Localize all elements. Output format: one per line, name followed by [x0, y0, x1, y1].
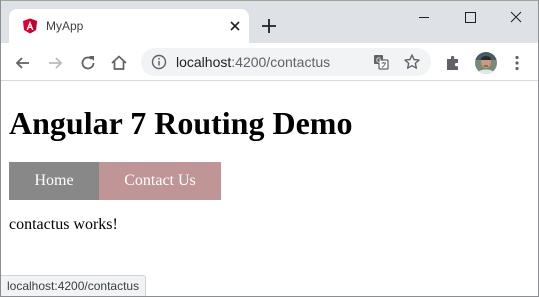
home-icon[interactable] — [109, 53, 129, 73]
maximize-icon[interactable] — [447, 1, 493, 33]
browser-window: MyApp localhost:4200/contactus G Angular… — [0, 0, 539, 297]
tab-myapp[interactable]: MyApp — [9, 9, 249, 43]
url-text[interactable]: localhost:4200/contactus — [176, 54, 330, 70]
translate-icon[interactable]: G — [373, 54, 389, 70]
angular-logo-icon — [23, 18, 37, 34]
nav-bar: Home Contact Us — [9, 162, 221, 200]
back-arrow-icon[interactable] — [13, 53, 33, 73]
info-icon[interactable] — [151, 54, 167, 70]
url-path: :4200/contactus — [231, 54, 331, 70]
extensions-icon[interactable] — [443, 53, 463, 73]
status-bar-url: localhost:4200/contactus — [1, 275, 147, 296]
address-bar[interactable]: localhost:4200/contactus G — [141, 48, 431, 76]
close-window-icon[interactable] — [493, 1, 539, 33]
tab-strip: MyApp — [1, 1, 538, 43]
avatar[interactable] — [475, 52, 497, 74]
svg-text:G: G — [376, 56, 381, 64]
new-tab-icon[interactable] — [259, 16, 279, 36]
url-host: localhost — [176, 54, 232, 70]
close-tab-icon[interactable] — [227, 18, 243, 34]
tab-title: MyApp — [46, 19, 84, 33]
page-title: Angular 7 Routing Demo — [9, 105, 353, 141]
browser-toolbar: localhost:4200/contactus G — [1, 43, 538, 81]
routed-content-text: contactus works! — [9, 216, 118, 233]
page-content: Angular 7 Routing Demo Home Contact Us c… — [1, 82, 538, 296]
nav-home-link[interactable]: Home — [9, 162, 99, 200]
menu-icon[interactable] — [507, 53, 527, 73]
reload-icon[interactable] — [78, 53, 98, 73]
star-icon[interactable] — [403, 53, 421, 71]
minimize-icon[interactable] — [401, 1, 447, 33]
forward-arrow-icon[interactable] — [45, 53, 65, 73]
nav-contact-us-link[interactable]: Contact Us — [99, 162, 221, 200]
